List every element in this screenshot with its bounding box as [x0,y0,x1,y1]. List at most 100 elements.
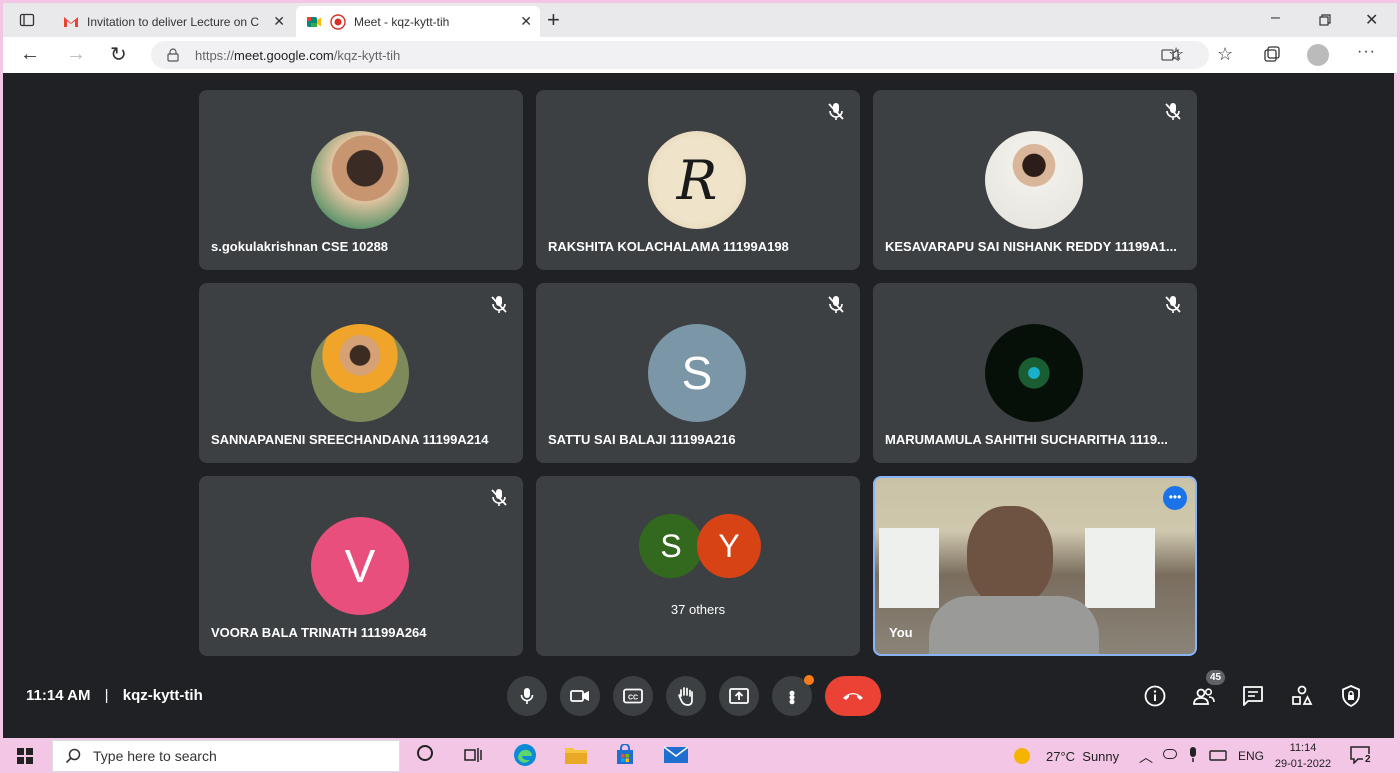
self-label: You [889,625,913,640]
meet-icon [307,16,321,27]
screen: Invitation to deliver Lecture on C ✕ Mee… [0,0,1400,773]
participant-tile[interactable]: R RAKSHITA KOLACHALAMA 11199A198 [536,90,860,270]
activities-button[interactable] [1288,682,1316,710]
back-icon[interactable]: ← [20,43,40,66]
close-tab-icon[interactable]: ✕ [273,13,285,30]
participant-tile[interactable]: V VOORA BALA TRINATH 11199A264 [199,476,523,656]
favorites-icon[interactable]: ☆ [1217,44,1233,65]
participant-avatar: S [648,324,746,422]
clock-text: 11:14 [1289,742,1317,754]
camera-button[interactable] [560,676,600,716]
windows-taskbar: Type here to search 27°C Sunny ︿ ENG 11:… [0,738,1400,773]
present-screen-icon [729,688,749,704]
participant-name: KESAVARAPU SAI NISHANK REDDY 11199A1... [885,239,1177,254]
new-tab-icon[interactable]: + [547,7,560,33]
url-field[interactable]: https://meet.google.com/kqz-kytt-tih [151,41,1209,69]
self-video-tile[interactable]: You ••• [873,476,1197,656]
present-button[interactable] [719,676,759,716]
people-icon [1193,688,1215,705]
meeting-details-button[interactable] [1141,682,1169,710]
close-tab-icon[interactable]: ✕ [520,13,532,30]
weather-text[interactable]: 27°C Sunny [1046,749,1119,764]
chat-button[interactable] [1239,682,1267,710]
tab-meet-title: Meet - kqz-kytt-tih [354,14,450,29]
logo-glyph: R [676,148,718,212]
mic-button[interactable] [507,676,547,716]
cortana-icon[interactable] [417,745,433,761]
participant-name: SATTU SAI BALAJI 11199A216 [548,432,736,447]
edge-icon[interactable] [513,743,537,767]
url-path: /kqz-kytt-tih [333,47,401,63]
participant-tile[interactable]: s.gokulakrishnan CSE 10288 [199,90,523,270]
tab-meet[interactable]: Meet - kqz-kytt-tih ✕ [296,6,540,37]
windows-start-icon[interactable] [17,748,33,764]
tab-bar: Invitation to deliver Lecture on C ✕ Mee… [3,3,1397,37]
captions-button[interactable]: CC [613,676,653,716]
svg-text:CC: CC [628,695,638,702]
window-right [1085,528,1155,608]
onedrive-icon[interactable] [1163,749,1177,759]
url-prefix: https:// [195,47,235,63]
more-options-button[interactable]: ••• [772,675,814,716]
weather-icon[interactable] [1014,748,1030,764]
self-person [967,506,1053,606]
participant-tile[interactable]: S SATTU SAI BALAJI 11199A216 [536,283,860,463]
meet-stage: s.gokulakrishnan CSE 10288 R RAKSHITA KOLA… [3,73,1394,738]
others-tile[interactable]: S Y 37 others [536,476,860,656]
people-button[interactable]: 45 [1190,670,1226,710]
participant-tile[interactable]: MARUMAMULA SAHITHI SUCHARITHA 1119... [873,283,1197,463]
add-favorite-icon[interactable]: ☆ [1168,44,1184,65]
minimize-icon[interactable]: – [1271,9,1280,27]
others-avatar-1: S [639,514,703,578]
participant-name: SANNAPANENI SREECHANDANA 11199A214 [211,432,489,447]
profile-avatar[interactable] [1307,44,1329,66]
date-text: 29-01-2022 [1274,758,1332,770]
more-options-icon[interactable]: ··· [1357,43,1376,61]
restore-icon[interactable] [1319,14,1331,26]
participant-tile[interactable]: KESAVARAPU SAI NISHANK REDDY 11199A1... [873,90,1197,270]
raise-hand-button[interactable] [666,676,706,716]
file-explorer-icon[interactable] [564,745,588,765]
self-options-button[interactable]: ••• [1163,486,1187,510]
others-avatar-2: Y [697,514,761,578]
tab-gmail-title: Invitation to deliver Lecture on C [87,14,260,29]
task-view-icon[interactable] [464,747,482,763]
microphone-tray-icon[interactable] [1187,747,1199,763]
mail-icon[interactable] [663,746,689,764]
time-separator: | [104,687,109,704]
search-placeholder: Type here to search [93,748,217,764]
mic-off-icon [828,296,844,313]
language-indicator[interactable]: ENG [1238,749,1264,763]
host-controls-button[interactable] [1337,682,1365,710]
network-icon[interactable] [1209,748,1227,762]
chat-icon [1243,686,1263,706]
close-window-icon[interactable]: ✕ [1365,10,1378,30]
more-vert-icon: ••• [782,689,802,703]
recording-icon [330,13,346,30]
end-call-button[interactable] [825,676,881,716]
meeting-code: kqz-kytt-tih [122,687,203,704]
mic-off-icon [1165,296,1181,313]
camera-icon [570,690,589,702]
refresh-icon[interactable]: ↻ [110,42,127,67]
url-domain: meet.google.com [234,47,334,63]
store-icon[interactable] [614,744,636,766]
mic-icon [520,688,534,704]
participant-avatar [311,324,409,422]
tab-gmail[interactable]: Invitation to deliver Lecture on C ✕ [53,6,293,37]
collections-icon[interactable] [1263,46,1281,64]
tab-actions-icon[interactable] [19,12,35,28]
mic-off-icon [491,296,507,313]
system-clock[interactable]: 11:14 29-01-2022 [1271,740,1335,772]
participant-name: RAKSHITA KOLACHALAMA 11199A198 [548,239,789,254]
forward-icon[interactable]: → [66,43,86,66]
address-bar: ← → ↻ https://meet.google.com/kqz-kytt-t… [3,37,1397,73]
activities-icon [1292,685,1313,705]
meeting-time: 11:14 AM | kqz-kytt-tih [26,687,203,704]
taskbar-search-box[interactable]: Type here to search [52,740,400,772]
end-call-icon [843,693,863,700]
gmail-icon [64,16,78,27]
participant-tile[interactable]: SANNAPANENI SREECHANDANA 11199A214 [199,283,523,463]
participant-name: s.gokulakrishnan CSE 10288 [211,239,389,254]
show-hidden-icons[interactable]: ︿ [1139,747,1153,767]
